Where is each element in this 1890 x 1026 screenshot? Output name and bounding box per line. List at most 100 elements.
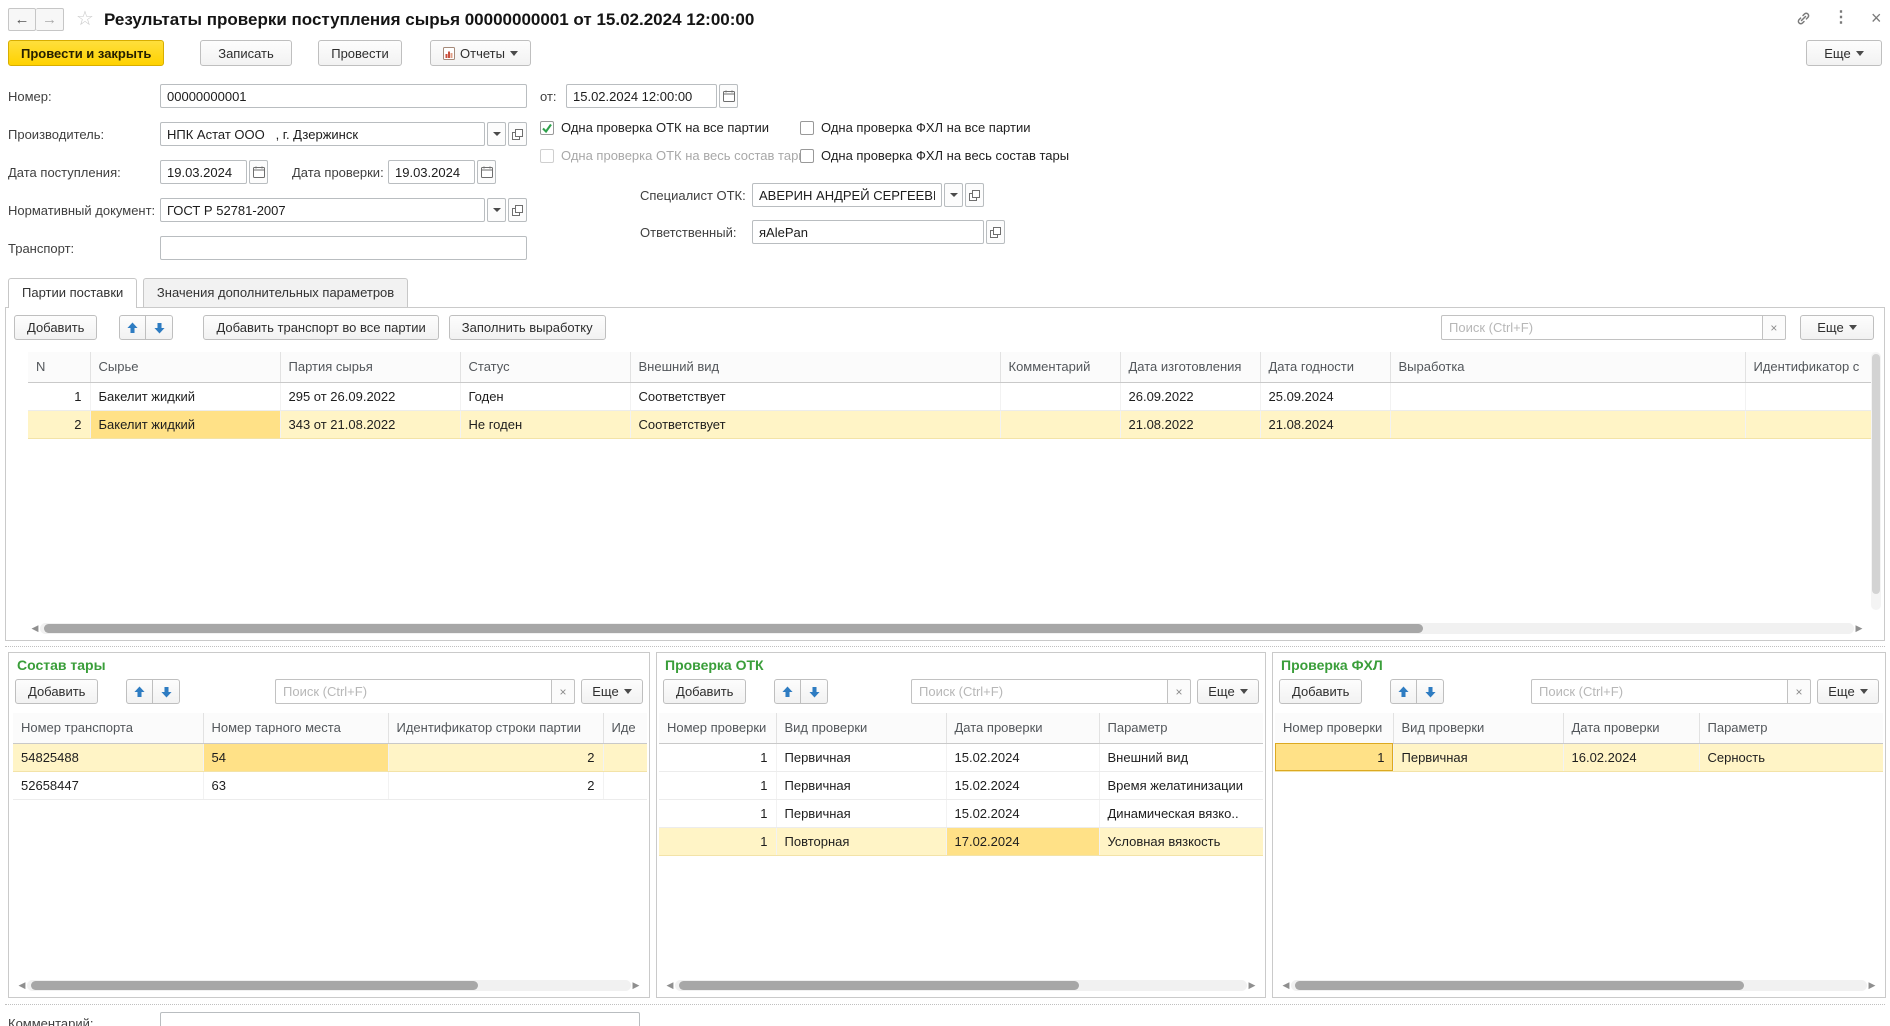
receipt-date-calendar-button[interactable]: [249, 160, 268, 184]
scrollbar-right-arrow[interactable]: ▶: [631, 981, 641, 990]
cell-output[interactable]: [1390, 410, 1745, 438]
cell-extra[interactable]: [603, 771, 647, 799]
check-date-calendar-button[interactable]: [477, 160, 496, 184]
batches-h-scrollbar[interactable]: ◀ ▶: [30, 622, 1864, 635]
otk-add-button[interactable]: Добавить: [663, 679, 746, 704]
column-header[interactable]: Параметр: [1699, 713, 1883, 743]
containers-row-2[interactable]: 52658447 63 2: [13, 771, 647, 799]
fill-output-button[interactable]: Заполнить выработку: [449, 315, 606, 340]
scrollbar-thumb[interactable]: [31, 981, 478, 990]
containers-more-button[interactable]: Еще: [581, 679, 643, 704]
scrollbar-right-arrow[interactable]: ▶: [1247, 981, 1257, 990]
cell-check-number[interactable]: 1: [659, 799, 776, 827]
cell-made-date[interactable]: 26.09.2022: [1120, 382, 1260, 410]
batches-move-up-button[interactable]: [119, 315, 146, 340]
scrollbar-thumb[interactable]: [679, 981, 1079, 990]
cell-expiry-date[interactable]: 25.09.2024: [1260, 382, 1390, 410]
cell-check-kind[interactable]: Первичная: [776, 799, 946, 827]
column-header[interactable]: Статус: [460, 352, 630, 382]
column-header[interactable]: Дата проверки: [946, 713, 1099, 743]
link-icon[interactable]: [1796, 11, 1811, 26]
cell-appearance[interactable]: Соответствует: [630, 410, 1000, 438]
close-icon[interactable]: ×: [1871, 10, 1882, 26]
splitter[interactable]: [5, 646, 1885, 647]
otk-specialist-field[interactable]: [752, 183, 942, 207]
cell-container-place[interactable]: 63: [203, 771, 388, 799]
column-header[interactable]: Параметр: [1099, 713, 1263, 743]
otk-row-2[interactable]: 1 Первичная 15.02.2024 Время желатинизац…: [659, 771, 1263, 799]
form-more-button[interactable]: Еще: [1806, 40, 1882, 66]
write-button[interactable]: Записать: [200, 40, 292, 66]
otk-row-3[interactable]: 1 Первичная 15.02.2024 Динамическая вязк…: [659, 799, 1263, 827]
cell-n[interactable]: 2: [28, 410, 90, 438]
fhl-row-1-selected[interactable]: 1 Первичная 16.02.2024 Серность: [1275, 743, 1883, 771]
cell-parameter[interactable]: Динамическая вязко..: [1099, 799, 1263, 827]
column-header[interactable]: Выработка: [1390, 352, 1745, 382]
scrollbar-track[interactable]: [675, 980, 1247, 991]
cell-parameter[interactable]: Внешний вид: [1099, 743, 1263, 771]
cell-status[interactable]: Не годен: [460, 410, 630, 438]
cell-identifier[interactable]: [1745, 410, 1874, 438]
reports-button[interactable]: Отчеты: [430, 40, 531, 66]
cell-check-kind[interactable]: Первичная: [776, 743, 946, 771]
cell-check-date[interactable]: 15.02.2024: [946, 799, 1099, 827]
scrollbar-track[interactable]: [27, 980, 631, 991]
column-header[interactable]: Комментарий: [1000, 352, 1120, 382]
fhl-move-up-button[interactable]: [1390, 679, 1417, 704]
kebab-menu-icon[interactable]: ⋮: [1833, 10, 1849, 26]
add-transport-button[interactable]: Добавить транспорт во все партии: [203, 315, 438, 340]
containers-move-down-button[interactable]: [153, 679, 180, 704]
batches-clear-search-button[interactable]: ×: [1763, 315, 1786, 340]
otk-search-input[interactable]: [911, 679, 1168, 704]
batches-table[interactable]: N Сырье Партия сырья Статус Внешний вид …: [28, 352, 1874, 439]
column-header[interactable]: Вид проверки: [776, 713, 946, 743]
column-header[interactable]: Дата годности: [1260, 352, 1390, 382]
comment-field[interactable]: [160, 1012, 640, 1026]
otk-specialist-open-button[interactable]: [965, 183, 984, 207]
batches-move-down-button[interactable]: [146, 315, 173, 340]
otk-row-1[interactable]: 1 Первичная 15.02.2024 Внешний вид: [659, 743, 1263, 771]
cell-output[interactable]: [1390, 382, 1745, 410]
fhl-clear-search-button[interactable]: ×: [1788, 679, 1811, 704]
column-header[interactable]: Партия сырья: [280, 352, 460, 382]
cell-check-kind[interactable]: Первичная: [1393, 743, 1563, 771]
number-field[interactable]: [160, 84, 527, 108]
cell-appearance[interactable]: Соответствует: [630, 382, 1000, 410]
containers-add-button[interactable]: Добавить: [15, 679, 98, 704]
cell-batch[interactable]: 295 от 26.09.2022: [280, 382, 460, 410]
cell-check-number-selected[interactable]: 1: [1275, 743, 1393, 771]
checkbox-fhl-all-containers[interactable]: Одна проверка ФХЛ на весь состав тары: [800, 148, 1069, 163]
column-header[interactable]: Сырье: [90, 352, 280, 382]
cell-identifier[interactable]: [1745, 382, 1874, 410]
cell-made-date[interactable]: 21.08.2022: [1120, 410, 1260, 438]
otk-row-4-selected[interactable]: 1 Повторная 17.02.2024 Условная вязкость: [659, 827, 1263, 855]
batches-row-1[interactable]: 1 Бакелит жидкий 295 от 26.09.2022 Годен…: [28, 382, 1874, 410]
cell-check-number[interactable]: 1: [659, 771, 776, 799]
batches-v-scrollbar[interactable]: [1871, 352, 1881, 610]
receipt-date-field[interactable]: [160, 160, 247, 184]
column-header[interactable]: Номер тарного места: [203, 713, 388, 743]
batches-row-2-selected[interactable]: 2 Бакелит жидкий 343 от 21.08.2022 Не го…: [28, 410, 1874, 438]
containers-clear-search-button[interactable]: ×: [552, 679, 575, 704]
otk-table[interactable]: Номер проверки Вид проверки Дата проверк…: [659, 713, 1263, 856]
column-header[interactable]: N: [28, 352, 90, 382]
column-header[interactable]: Номер транспорта: [13, 713, 203, 743]
otk-specialist-dropdown-button[interactable]: [944, 183, 963, 207]
column-header[interactable]: Дата проверки: [1563, 713, 1699, 743]
checkbox-fhl-all-batches[interactable]: Одна проверка ФХЛ на все партии: [800, 120, 1030, 135]
fhl-h-scrollbar[interactable]: ◀ ▶: [1281, 979, 1877, 992]
cell-check-kind[interactable]: Первичная: [776, 771, 946, 799]
scrollbar-left-arrow[interactable]: ◀: [17, 981, 27, 990]
column-header[interactable]: Номер проверки: [659, 713, 776, 743]
cell-check-date[interactable]: 15.02.2024: [946, 743, 1099, 771]
doc-date-calendar-button[interactable]: [719, 84, 738, 108]
cell-check-date[interactable]: 15.02.2024: [946, 771, 1099, 799]
cell-status[interactable]: Годен: [460, 382, 630, 410]
manufacturer-field[interactable]: [160, 122, 485, 146]
column-header[interactable]: Иде: [603, 713, 647, 743]
cell-extra[interactable]: [603, 743, 647, 771]
scrollbar-thumb[interactable]: [1872, 354, 1880, 594]
batches-more-button[interactable]: Еще: [1800, 315, 1874, 340]
containers-search-input[interactable]: [275, 679, 552, 704]
scrollbar-thumb[interactable]: [1295, 981, 1744, 990]
